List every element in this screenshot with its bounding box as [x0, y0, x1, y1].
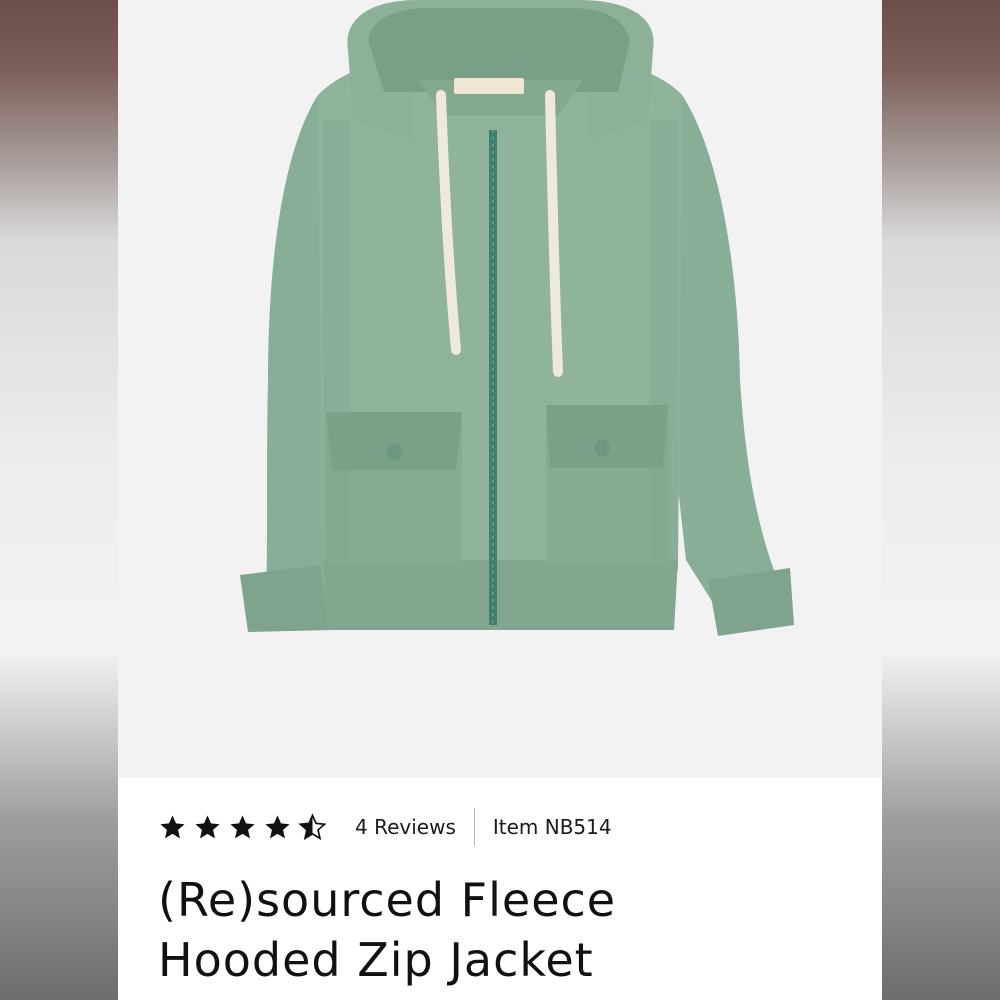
star-half-icon: [298, 812, 327, 840]
divider: [473, 808, 475, 846]
product-info: 4 Reviews Item NB514 (Re)sourced Fleece …: [118, 778, 882, 1000]
product-title-line1: (Re)sourced Fleece: [158, 873, 617, 927]
star-rating[interactable]: [158, 812, 327, 842]
jacket-illustration: [240, 0, 794, 636]
reviews-link[interactable]: 4 Reviews: [355, 815, 456, 839]
background-blur-left: [0, 0, 118, 1000]
star-full-icon: [160, 814, 185, 838]
item-number: Item NB514: [492, 815, 612, 839]
star-full-icon: [265, 814, 290, 838]
product-title: (Re)sourced Fleece Hooded Zip Jacket: [158, 870, 838, 990]
rating-row: 4 Reviews Item NB514: [158, 808, 612, 846]
product-card: 4 Reviews Item NB514 (Re)sourced Fleece …: [118, 0, 882, 1000]
background-blur-right: [882, 0, 1000, 1000]
star-full-icon: [195, 814, 220, 838]
product-title-line2: Hooded Zip Jacket: [158, 933, 594, 987]
star-full-icon: [230, 814, 255, 838]
product-image[interactable]: [118, 0, 882, 778]
